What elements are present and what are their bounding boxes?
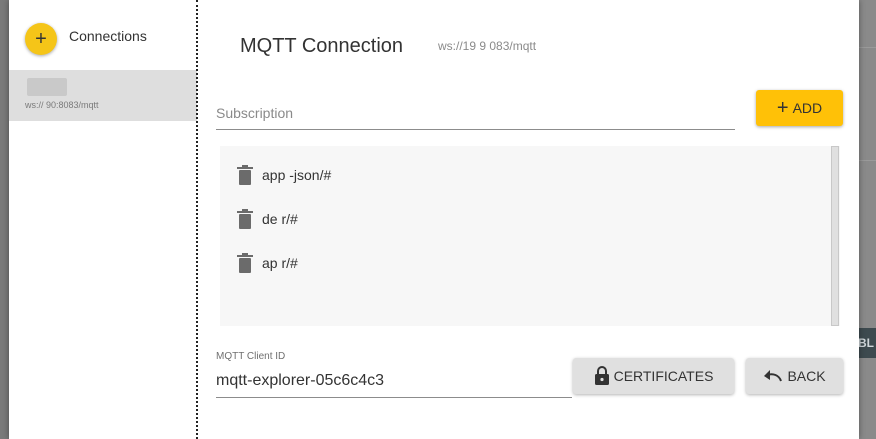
subscription-topic: app -json/#	[262, 167, 332, 183]
client-id-label: MQTT Client ID	[216, 351, 286, 362]
connection-list-item[interactable]: ws:// 90:8083/mqtt	[9, 70, 197, 121]
trash-icon[interactable]	[236, 165, 254, 185]
connection-dialog: + Connections ws:// 90:8083/mqtt MQTT Co…	[9, 0, 859, 439]
plus-icon: +	[776, 97, 789, 119]
subscription-topic: de r/#	[262, 211, 298, 227]
connection-url: ws:// 90:8083/mqtt	[25, 100, 99, 110]
list-scrollbar[interactable]	[831, 146, 839, 326]
back-button[interactable]: BACK	[746, 358, 843, 394]
background-panel	[856, 0, 876, 439]
page-title: MQTT Connection	[240, 35, 404, 57]
sidebar-title: Connections	[69, 28, 147, 44]
subscription-topic: ap r/#	[262, 255, 298, 271]
add-subscription-button[interactable]: + ADD	[756, 90, 843, 126]
undo-icon	[764, 370, 783, 382]
connection-settings-panel: MQTT Connection ws://19 9 083/mqtt + ADD…	[199, 0, 859, 439]
background-edge-label: BL	[856, 328, 876, 358]
subscription-field	[216, 98, 735, 130]
list-item: ap r/#	[236, 251, 298, 275]
certificates-button[interactable]: CERTIFICATES	[573, 358, 734, 394]
list-item: de r/#	[236, 207, 298, 231]
background-divider	[856, 160, 876, 161]
trash-icon[interactable]	[236, 253, 254, 273]
list-item: app -json/#	[236, 163, 331, 187]
subscription-list: app -json/# de r/# ap r/#	[220, 146, 840, 326]
add-connection-button[interactable]: +	[25, 23, 57, 55]
certificates-label: CERTIFICATES	[613, 368, 714, 384]
sidebar-divider	[196, 0, 198, 439]
back-label: BACK	[787, 368, 826, 384]
lock-icon	[594, 366, 609, 385]
background-divider	[856, 47, 876, 48]
connection-url-display: ws://19 9 083/mqtt	[438, 39, 537, 53]
client-id-field	[216, 366, 572, 398]
client-id-input[interactable]	[216, 366, 572, 396]
subscription-input[interactable]	[216, 98, 735, 128]
trash-icon[interactable]	[236, 209, 254, 229]
plus-icon: +	[35, 28, 47, 50]
connections-sidebar: + Connections ws:// 90:8083/mqtt	[9, 0, 197, 439]
add-button-label: ADD	[792, 100, 823, 116]
connection-name-redacted	[27, 78, 67, 96]
